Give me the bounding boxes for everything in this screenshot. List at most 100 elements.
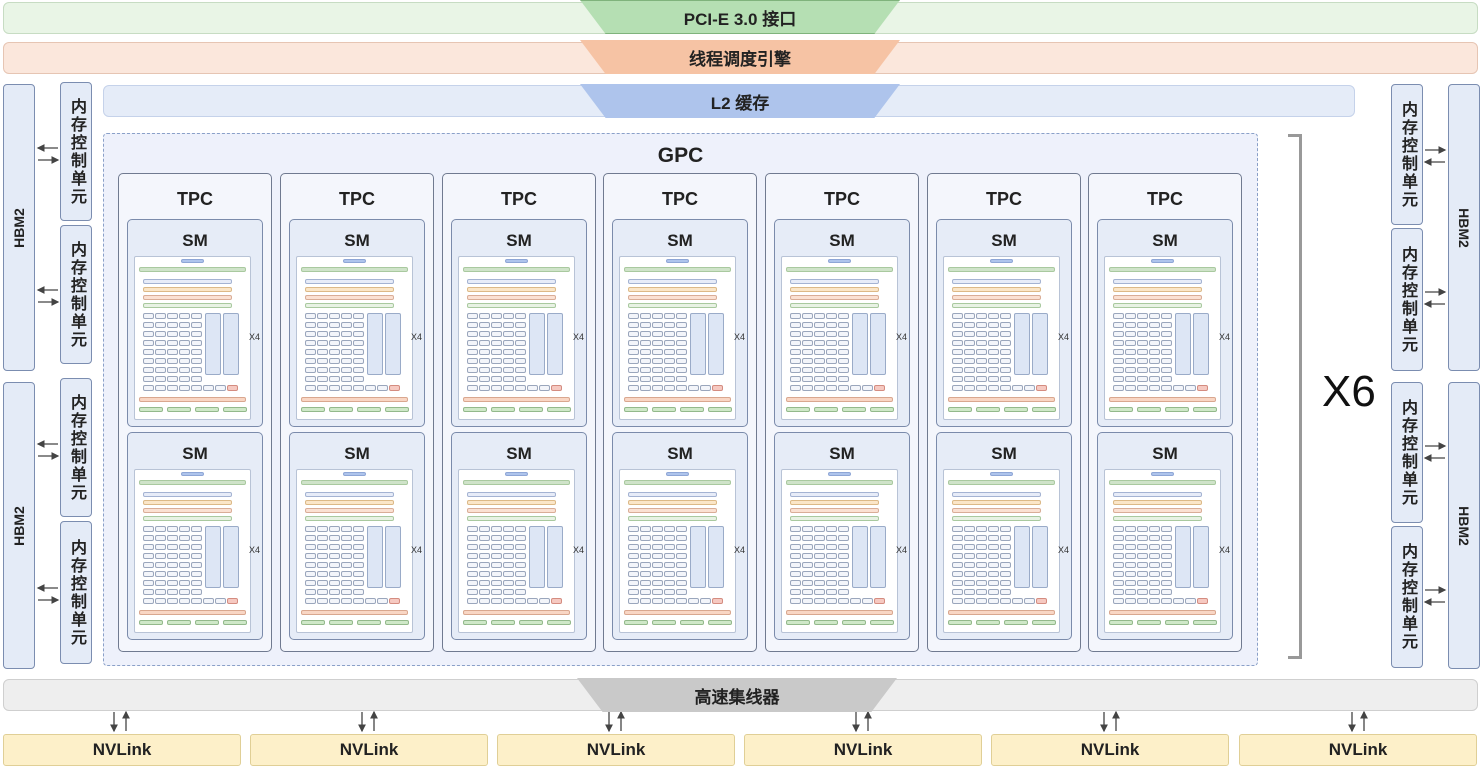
- core-cell: [964, 562, 975, 568]
- ldst-cell: [1125, 598, 1136, 604]
- core-cell: [628, 313, 639, 319]
- core-cell: [143, 340, 154, 346]
- core-cell: [191, 526, 202, 532]
- core-cell: [964, 553, 975, 559]
- core-cell: [317, 562, 328, 568]
- sm-cache-tab: [1151, 472, 1174, 476]
- core-cell: [790, 367, 801, 373]
- core-cell: [353, 535, 364, 541]
- core-cell: [1161, 358, 1172, 364]
- core-cell: [838, 562, 849, 568]
- core-cell: [167, 553, 178, 559]
- core-cell: [640, 580, 651, 586]
- core-cell: [640, 571, 651, 577]
- core-cell: [1000, 553, 1011, 559]
- l1-cache-strip: [139, 610, 246, 615]
- core-cell: [1113, 571, 1124, 577]
- sm-block: SM X4: [1097, 432, 1233, 640]
- sm-unit-strip: [305, 287, 394, 292]
- core-cell: [491, 580, 502, 586]
- core-cell: [329, 331, 340, 337]
- core-cell: [1149, 589, 1160, 595]
- ldst-cell: [712, 598, 723, 604]
- ldst-cell: [467, 598, 478, 604]
- ldst-cell: [167, 598, 178, 604]
- sm-cache-tab: [828, 472, 851, 476]
- sm-unit-strip: [305, 508, 394, 513]
- sm-unit-strip: [790, 492, 879, 497]
- core-cell: [1000, 367, 1011, 373]
- texture-unit: [139, 620, 163, 625]
- core-cell: [143, 358, 154, 364]
- ldst-cell: [802, 598, 813, 604]
- core-cell: [640, 562, 651, 568]
- ldst-cell: [227, 598, 238, 604]
- texture-unit: [491, 620, 515, 625]
- core-cell: [491, 367, 502, 373]
- ldst-cell: [203, 598, 214, 604]
- core-cell: [515, 571, 526, 577]
- core-cell: [143, 313, 154, 319]
- core-cell: [814, 580, 825, 586]
- core-cell: [790, 376, 801, 382]
- core-cell: [664, 553, 675, 559]
- core-cell: [640, 367, 651, 373]
- ldst-cell: [491, 385, 502, 391]
- core-cell: [676, 562, 687, 568]
- core-cell: [1161, 580, 1172, 586]
- tensor-core-box: [529, 526, 545, 588]
- l1-cache-strip: [1109, 397, 1216, 402]
- core-cell: [467, 358, 478, 364]
- core-cell: [988, 589, 999, 595]
- ldst-cell: [479, 598, 490, 604]
- core-cell: [652, 349, 663, 355]
- core-cell: [1000, 535, 1011, 541]
- ldst-cell: [365, 385, 376, 391]
- sm-detail-panel: [1104, 256, 1221, 420]
- core-cell: [317, 367, 328, 373]
- sm-unit-strip: [305, 279, 394, 284]
- texture-unit: [680, 407, 704, 412]
- sm-unit-strip: [467, 492, 556, 497]
- texture-unit: [385, 407, 409, 412]
- core-cell: [1000, 571, 1011, 577]
- core-cell: [179, 376, 190, 382]
- sm-title: SM: [667, 231, 693, 250]
- ldst-cell: [652, 598, 663, 604]
- core-cell: [1113, 322, 1124, 328]
- core-cell: [1161, 349, 1172, 355]
- core-cell: [964, 313, 975, 319]
- core-cell: [329, 562, 340, 568]
- core-cell: [664, 322, 675, 328]
- core-cell: [341, 358, 352, 364]
- tpc-block: TPC SM X4 SM X4: [1088, 173, 1242, 652]
- core-cell: [515, 526, 526, 532]
- sm-repeat-label: X4: [1218, 545, 1230, 555]
- core-cell: [317, 544, 328, 550]
- core-cell: [676, 526, 687, 532]
- core-cell: [1161, 376, 1172, 382]
- ldst-cell: [874, 385, 885, 391]
- core-cell: [317, 322, 328, 328]
- sm-block: SM X4: [936, 432, 1072, 640]
- core-cell: [1149, 526, 1160, 532]
- tpc-block: TPC SM X4 SM X4: [603, 173, 757, 652]
- sm-unit-strip: [467, 500, 556, 505]
- core-cell: [676, 331, 687, 337]
- sm-cache-tab: [1151, 259, 1174, 263]
- core-cell: [467, 562, 478, 568]
- texture-unit: [547, 620, 571, 625]
- ldst-cell: [640, 385, 651, 391]
- core-cell: [790, 331, 801, 337]
- ldst-cell: [515, 385, 526, 391]
- core-cell: [1125, 340, 1136, 346]
- core-cell: [826, 553, 837, 559]
- core-cell: [317, 358, 328, 364]
- core-cell: [628, 571, 639, 577]
- core-cell: [952, 340, 963, 346]
- core-cell: [1161, 331, 1172, 337]
- core-cell: [664, 376, 675, 382]
- tensor-core-box: [1193, 526, 1209, 588]
- core-cell: [652, 535, 663, 541]
- core-cell: [515, 376, 526, 382]
